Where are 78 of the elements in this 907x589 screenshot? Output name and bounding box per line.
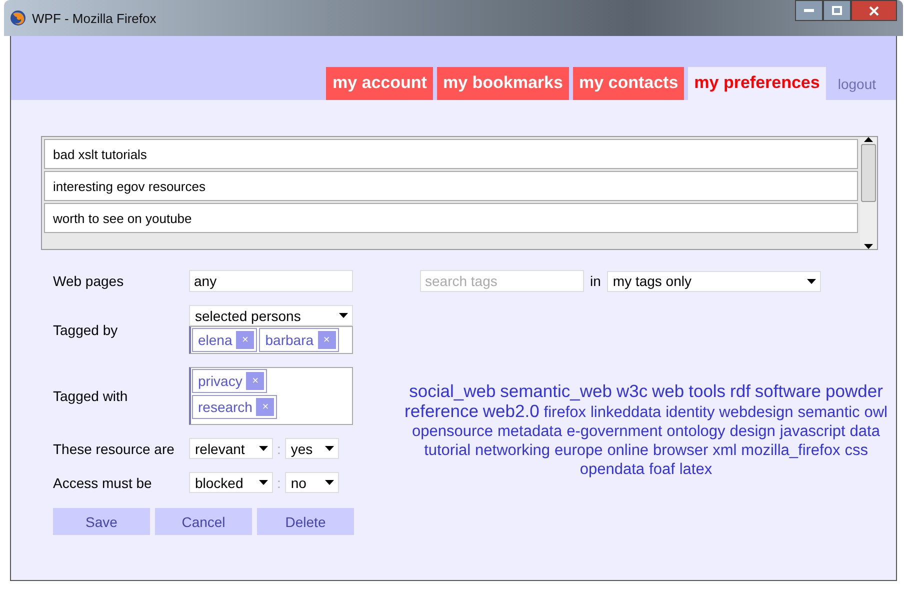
tag-link[interactable]: web2.0 (482, 401, 540, 421)
tag-link[interactable]: web (652, 381, 684, 401)
tag-link[interactable]: data (850, 423, 880, 440)
value-dropdown[interactable]: no (284, 472, 339, 493)
separator: : (277, 440, 281, 456)
caret-icon (864, 137, 873, 142)
scope-dropdown[interactable]: my tags only (606, 270, 821, 292)
chip-label: barbara (265, 332, 314, 348)
maximize-button[interactable] (823, 0, 851, 21)
chip-label: privacy (198, 373, 242, 389)
browser-logo-icon (10, 10, 26, 26)
list-item[interactable]: bad xslt tutorials (44, 139, 858, 169)
list-item[interactable]: worth to see on youtube (44, 203, 858, 233)
tag-link[interactable]: mozilla_firefox (741, 442, 840, 459)
tag-link[interactable]: tutorial (424, 442, 471, 459)
tag-link[interactable]: reference (404, 401, 478, 421)
form-button[interactable]: Cancel (155, 508, 252, 535)
minimize-icon (804, 9, 814, 12)
separator: : (277, 474, 281, 490)
tag-link[interactable]: firefox (544, 404, 586, 421)
caret-icon (339, 313, 348, 318)
field-label: Tagged by (53, 322, 119, 338)
caret-icon (259, 480, 268, 485)
window-title: WPF - Mozilla Firefox (32, 10, 156, 26)
tag-link[interactable]: metadata (497, 423, 562, 440)
caret-icon (324, 480, 334, 485)
search-field[interactable]: search tags (420, 270, 584, 292)
tag-link[interactable]: w3c (616, 381, 648, 401)
tag-link[interactable]: webdesign (719, 404, 794, 421)
tag-link[interactable]: rdf (730, 381, 750, 401)
tag-link[interactable]: browser (653, 442, 708, 459)
tag-link[interactable]: tools (688, 381, 726, 401)
caret-icon (324, 446, 334, 451)
tag-link[interactable]: software (754, 381, 822, 401)
field-label: Tagged with (53, 388, 129, 404)
form-button[interactable]: Delete (257, 508, 354, 535)
maximize-icon (832, 6, 842, 15)
chip-label: research (198, 399, 252, 415)
field-label: Web pages (53, 273, 125, 289)
close-button[interactable] (851, 0, 897, 21)
tag-link[interactable]: linkeddata (590, 404, 662, 421)
form-button[interactable]: Save (53, 508, 150, 535)
tag-link[interactable]: semantic_web (500, 381, 612, 401)
scrollbar[interactable] (860, 137, 877, 249)
tag-link[interactable]: identity (666, 404, 715, 421)
chip-label: elena (198, 332, 232, 348)
caret-icon (259, 446, 268, 451)
tag-link[interactable]: latex (679, 461, 712, 478)
tag-link[interactable]: css (844, 442, 868, 459)
persons-dropdown[interactable]: selected persons (189, 305, 353, 326)
tag-link[interactable]: opensource (412, 423, 494, 440)
tag-link[interactable]: ontology (666, 423, 726, 440)
minimize-button[interactable] (795, 0, 823, 21)
tag-link[interactable]: opendata (580, 461, 645, 478)
tag-link[interactable]: xml (712, 442, 737, 459)
field-label: These resource are (53, 440, 176, 456)
tag-link[interactable]: online (607, 442, 649, 459)
tag-link[interactable]: networking (475, 442, 550, 459)
value-dropdown[interactable]: yes (284, 438, 339, 459)
caret-icon (864, 244, 873, 249)
nav-tab[interactable]: my preferences (688, 67, 826, 100)
tag-link[interactable]: e-government (566, 423, 662, 440)
field-label: Access must be (53, 474, 153, 490)
tag-link[interactable]: europe (554, 442, 603, 459)
close-icon (869, 6, 879, 16)
list-item[interactable]: interesting egov resources (44, 171, 858, 201)
in-label: in (590, 273, 601, 289)
tag-link[interactable]: semantic (798, 404, 860, 421)
tag-link[interactable]: javascript (780, 423, 846, 440)
tag-link[interactable]: owl (864, 404, 888, 421)
web-pages-field[interactable]: any (189, 270, 353, 292)
tag-link[interactable]: design (730, 423, 776, 440)
caret-icon (806, 278, 816, 284)
status-dropdown[interactable]: relevant (189, 438, 273, 459)
status-dropdown[interactable]: blocked (189, 472, 273, 493)
tag-link[interactable]: social_web (409, 381, 496, 401)
tag-link[interactable]: powder (826, 381, 883, 401)
tag-link[interactable]: foaf (649, 461, 675, 478)
